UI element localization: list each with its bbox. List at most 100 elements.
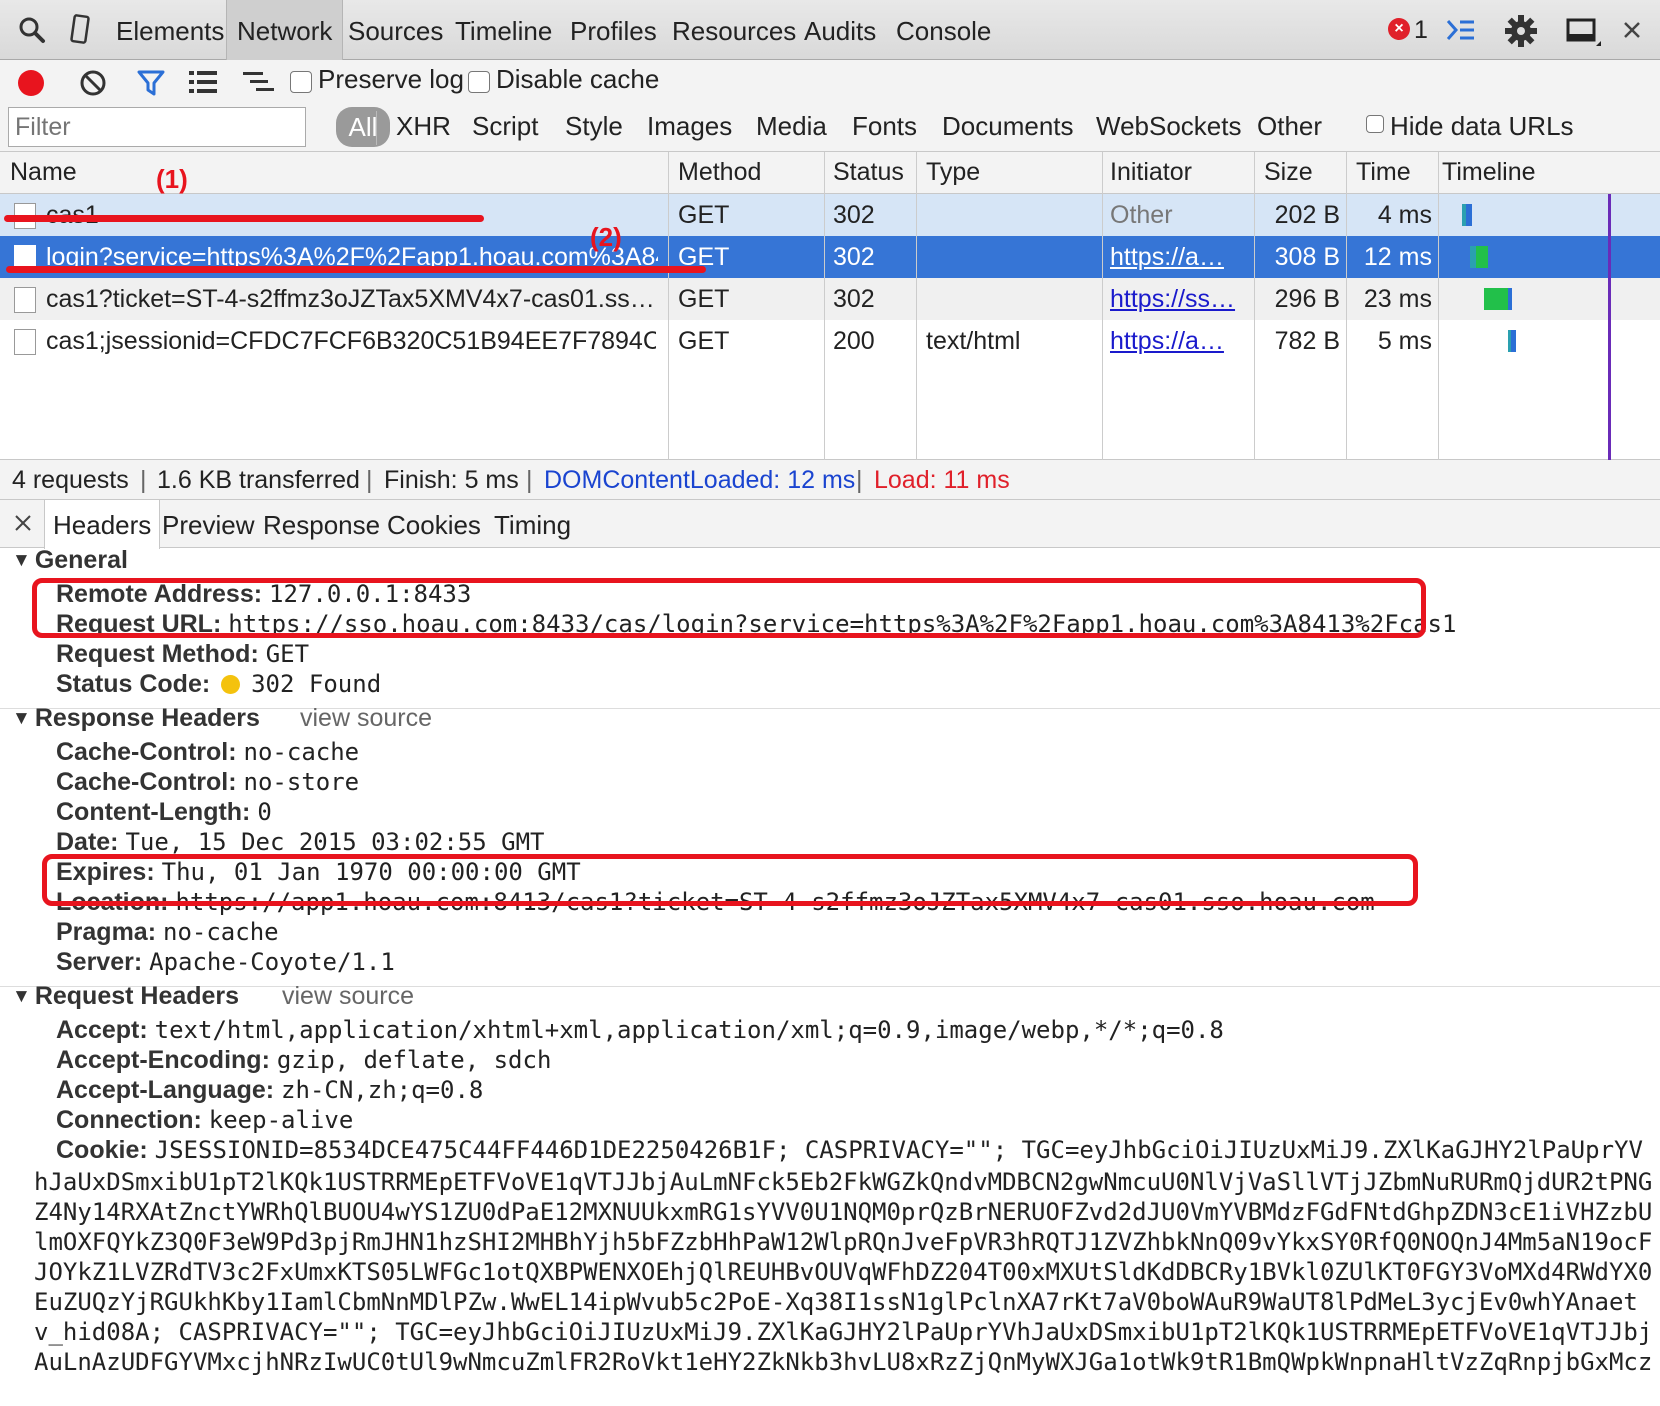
filter-bar: All XHR Script Style Images Media Fonts … [0,105,1660,152]
filter-input[interactable] [8,107,306,147]
request-name[interactable]: cas1;jsessionid=CFDC7FCF6B320C51B94EE7F7… [46,327,656,356]
filter-type-images[interactable]: Images [647,111,732,142]
timeline-load-marker [1608,194,1611,460]
column-type[interactable]: Type [926,158,980,187]
tab-profiles[interactable]: Profiles [560,0,667,60]
column-method[interactable]: Method [678,158,761,187]
table-row[interactable]: cas1?ticket=ST-4-s2ffmz3oJZTax5XMV4x7-ca… [0,278,1660,320]
column-name[interactable]: Name [10,158,77,187]
preserve-log-label[interactable]: Preserve log [318,64,464,95]
annotation-box-location [42,854,1418,906]
header-request-method: Request Method: GET [56,640,310,668]
filter-type-other[interactable]: Other [1257,111,1322,142]
headers-panel: ▼ General Remote Address: 127.0.0.1:8433 … [0,548,1660,1406]
view-source-link[interactable]: view source [300,704,432,733]
filter-type-fonts[interactable]: Fonts [852,111,917,142]
separator: | [366,466,373,494]
request-size: 296 B [1274,285,1340,313]
annotation-mark-1: (1) [156,164,188,194]
tab-console[interactable]: Console [886,0,1001,60]
filter-icon[interactable] [136,68,166,98]
tab-timing[interactable]: Timing [486,500,579,548]
tab-timeline[interactable]: Timeline [445,0,562,60]
device-mode-icon[interactable] [70,14,92,46]
header-row: Cache-Control: no-store [56,768,360,796]
status-dot-icon [221,675,241,694]
console-drawer-icon[interactable] [1446,18,1476,42]
network-toolbar: Preserve log Disable cache [0,60,1660,105]
triangle-down-icon: ▼ [12,550,31,571]
timeline-bar-receiving [1511,330,1516,352]
tab-cookies[interactable]: Cookies [379,500,489,548]
column-size[interactable]: Size [1264,158,1313,187]
disable-cache-label[interactable]: Disable cache [496,64,659,95]
request-count: 4 requests [12,466,129,494]
filter-type-xhr[interactable]: XHR [396,111,451,142]
request-initiator[interactable]: https://a… [1110,243,1248,272]
request-name[interactable]: cas1?ticket=ST-4-s2ffmz3oJZTax5XMV4x7-ca… [46,285,656,314]
tab-elements[interactable]: Elements [106,0,234,60]
column-time[interactable]: Time [1356,158,1411,187]
column-status[interactable]: Status [833,158,904,187]
request-status: 302 [833,201,875,229]
gear-icon[interactable] [1504,14,1538,48]
tab-preview[interactable]: Preview [154,500,262,548]
column-initiator[interactable]: Initiator [1110,158,1192,187]
triangle-down-icon: ▼ [12,708,31,729]
column-divider [1102,152,1103,460]
overview-icon[interactable] [242,69,276,95]
record-icon[interactable] [16,68,46,98]
column-divider [1254,152,1255,460]
error-count[interactable]: 1 [1414,16,1428,45]
section-general[interactable]: ▼ General [12,548,128,575]
hide-data-urls-checkbox[interactable] [1366,115,1384,133]
header-row: Cache-Control: no-cache [56,738,360,766]
load-time: Load: 11 ms [874,466,1010,494]
preserve-log-checkbox[interactable] [290,71,312,93]
close-icon[interactable] [1622,20,1642,40]
disable-cache-checkbox[interactable] [468,71,490,93]
request-time: 12 ms [1363,243,1432,271]
cookie-continuation: v_hid08A; CASPRIVACY=""; TGC=eyJhbGciOiJ… [34,1318,1653,1346]
tab-network[interactable]: Network [226,0,344,60]
request-table: Name Method Status Type Initiator Size T… [0,152,1660,460]
filter-type-documents[interactable]: Documents [942,111,1074,142]
table-row[interactable]: cas1;jsessionid=CFDC7FCF6B320C51B94EE7F7… [0,320,1660,362]
view-source-link[interactable]: view source [282,982,414,1011]
divider [0,986,1660,987]
request-type: text/html [926,327,1021,355]
tab-audits[interactable]: Audits [794,0,886,60]
filter-type-media[interactable]: Media [756,111,827,142]
column-divider [824,152,825,460]
close-icon[interactable] [14,514,32,532]
clear-icon[interactable] [78,68,108,98]
column-timeline[interactable]: Timeline [1442,158,1536,187]
hide-data-urls-label[interactable]: Hide data URLs [1390,111,1574,142]
filter-type-script[interactable]: Script [472,111,538,142]
section-response-headers[interactable]: ▼ Response Headers [12,704,260,733]
filter-type-style[interactable]: Style [565,111,623,142]
cookie-continuation: hJaUxDSmxibU1pT2lKQk1USTRRMEpETFVoVE1qVT… [34,1168,1653,1196]
tab-response[interactable]: Response [255,500,388,548]
large-rows-icon[interactable] [188,69,218,95]
request-size: 782 B [1274,327,1340,355]
search-icon[interactable] [18,16,46,44]
finish-time: Finish: 5 ms [384,466,519,494]
header-status-code: Status Code: 302 Found [56,670,382,698]
annotation-underline-1 [4,215,484,222]
request-size: 202 B [1274,201,1340,229]
tab-headers[interactable]: Headers [44,500,161,549]
triangle-down-icon: ▼ [12,986,31,1007]
filter-type-websockets[interactable]: WebSockets [1096,111,1241,142]
filter-type-all[interactable]: All [336,107,390,147]
dock-side-icon[interactable] [1566,18,1602,48]
error-icon[interactable]: × [1388,18,1410,40]
section-request-headers[interactable]: ▼ Request Headers [12,982,239,1011]
table-header: Name Method Status Type Initiator Size T… [0,152,1660,194]
request-initiator[interactable]: https://a… [1110,327,1248,356]
tab-resources[interactable]: Resources [662,0,806,60]
separator: | [526,466,533,494]
header-row: Pragma: no-cache [56,918,279,946]
tab-sources[interactable]: Sources [338,0,453,60]
request-initiator[interactable]: https://ss… [1110,285,1248,314]
